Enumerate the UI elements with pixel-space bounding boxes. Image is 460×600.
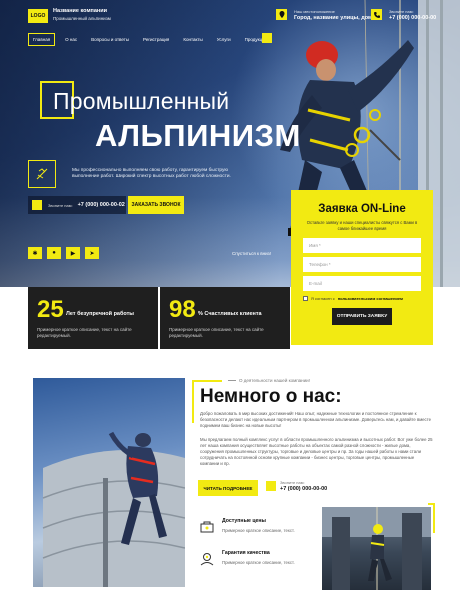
agreement-link[interactable]: пользовательским соглашением <box>338 296 403 301</box>
agreement-row: Я согласен с пользовательским соглашение… <box>303 296 421 302</box>
read-more-button[interactable]: ЧИТАТЬ ПОДРОБНЕЕ <box>198 480 258 496</box>
about-phone-value[interactable]: +7 (000) 000-00-00 <box>280 486 327 492</box>
agreement-text: Я согласен с <box>311 296 335 302</box>
hero-description: Мы профессионально выполняем свою работу… <box>72 168 231 180</box>
header-phone-value[interactable]: +7 (000) 000-00-00 <box>389 15 436 21</box>
phone-field[interactable]: Телефон * <box>303 257 421 273</box>
quality-badge-icon <box>28 160 56 188</box>
header-phone-block[interactable]: Звоните нам: +7 (000) 000-00-00 <box>389 9 436 21</box>
nav-item-contacts[interactable]: Контакты <box>179 34 206 45</box>
phone-icon <box>32 200 42 210</box>
hero-phone-value[interactable]: +7 (000) 000-00-02 <box>78 202 125 208</box>
tower-illustration <box>42 431 185 587</box>
hero-title-line2: АЛЬПИНИЗМ <box>95 118 301 153</box>
company-name: Название компании <box>53 8 107 14</box>
hero-phone-label: Звоните нам: <box>48 202 73 208</box>
email-field[interactable]: E-mail <box>303 276 421 292</box>
stat-label: Лет безупречной работы <box>66 311 134 317</box>
order-call-button[interactable]: ЗАКАЗАТЬ ЗВОНОК <box>128 196 184 214</box>
price-tag-icon <box>198 518 216 536</box>
nav-item-registration[interactable]: Регистрация <box>139 34 173 45</box>
about-paragraph-2: Мы предлагаем полный комплекс услуг в об… <box>200 437 433 466</box>
about-frame-accent <box>192 380 222 382</box>
about-pre-title: О деятельности нашей компании! <box>228 378 310 383</box>
about-phone-label: Звоните нам: <box>280 480 305 485</box>
about-photo <box>33 378 185 587</box>
logo[interactable]: LOGO <box>28 9 48 23</box>
form-subtitle: Оставьте заявку и наши специалисты свяжу… <box>306 220 418 231</box>
feature-quality: Гарантия качества Примерное краткое опис… <box>198 550 295 568</box>
stat-number: 98 <box>169 296 196 323</box>
stat-label: % Счастливых клиента <box>198 311 262 317</box>
telegram-icon[interactable]: ➤ <box>85 247 99 259</box>
stat-text: Примерное краткое описание, текст на сай… <box>37 327 132 338</box>
photo-frame-accent <box>433 503 435 533</box>
odnoklassniki-icon[interactable]: ● <box>47 247 61 259</box>
main-nav: Главная О нас Вопросы и ответы Регистрац… <box>28 33 271 46</box>
scroll-hint[interactable]: Спуститься к вниз! <box>232 251 271 256</box>
hero-phone-box[interactable]: Звоните нам: +7 (000) 000-00-02 <box>28 196 126 214</box>
company-subtitle: Промышленный альпинизм <box>53 16 111 21</box>
feature-title: Гарантия качества <box>222 550 270 556</box>
worker-illustration <box>322 507 431 590</box>
about-paragraph-1: Добро пожаловать в мир высоких достижени… <box>200 411 432 428</box>
about-title: Немного о нас: <box>200 386 342 407</box>
feature-prices: Доступные цены Примерное краткое описани… <box>198 518 295 536</box>
feature-title: Доступные цены <box>222 518 266 524</box>
form-title: Заявка ON-Line <box>318 203 406 215</box>
stat-card-years: 25 Лет безупречной работы Примерное крат… <box>28 287 158 349</box>
location-label: Наш местоположение <box>294 9 335 14</box>
submit-button[interactable]: ОТПРАВИТЬ ЗАЯВКУ <box>332 308 392 326</box>
feature-text: Примерное краткое описание, текст. <box>222 560 295 565</box>
about-frame-accent <box>192 380 194 423</box>
nav-item-about[interactable]: О нас <box>61 34 81 45</box>
handshake-icon <box>198 550 216 568</box>
vk-icon[interactable]: ✱ <box>28 247 42 259</box>
nav-item-home[interactable]: Главная <box>28 33 56 46</box>
nav-item-faq[interactable]: Вопросы и ответы <box>87 34 133 45</box>
menu-toggle-button[interactable] <box>262 33 272 43</box>
stat-text: Примерное краткое описание, текст на сай… <box>169 327 264 338</box>
nav-item-services[interactable]: Услуги <box>213 34 235 45</box>
stat-number: 25 <box>37 296 64 323</box>
stat-card-clients: 98 % Счастливых клиента Примерное кратко… <box>160 287 290 349</box>
location-value: Город, название улицы, дом <box>294 15 373 21</box>
company-block: Название компании Промышленный альпинизм <box>53 8 111 21</box>
header-phone-label: Звоните нам: <box>389 9 414 14</box>
name-field[interactable]: Имя * <box>303 238 421 254</box>
youtube-icon[interactable]: ▶ <box>66 247 80 259</box>
about-phone-block[interactable]: Звоните нам: +7 (000) 000-00-00 <box>266 480 327 492</box>
application-form: Заявка ON-Line Оставьте заявку и наши сп… <box>291 190 433 345</box>
phone-icon <box>266 481 276 491</box>
hero-title-line1: Промышленный <box>53 88 230 114</box>
phone-icon <box>371 9 382 20</box>
landing-page: LOGO Название компании Промышленный альп… <box>0 0 460 600</box>
location-pin-icon <box>276 9 287 20</box>
agreement-checkbox[interactable] <box>303 296 308 302</box>
location-block: Наш местоположение Город, название улицы… <box>294 9 372 21</box>
worker-photo <box>322 507 431 590</box>
feature-text: Примерное краткое описание, текст. <box>222 528 295 533</box>
